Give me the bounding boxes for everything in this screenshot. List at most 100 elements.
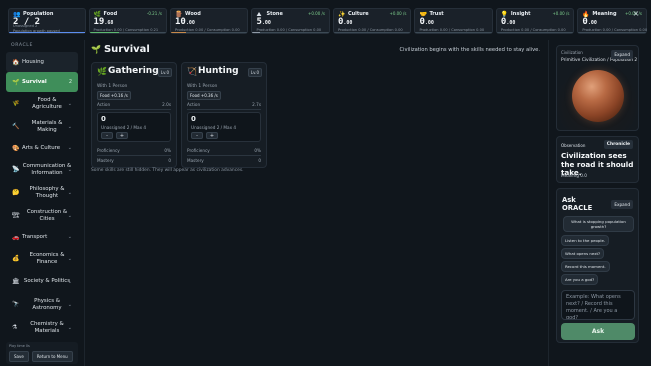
suggestion-chip[interactable]: What is stopping population growth? bbox=[563, 216, 634, 232]
suggestion-chip[interactable]: What opens next? bbox=[561, 248, 605, 259]
action-label: Action bbox=[187, 102, 201, 107]
action-row: Action 2.0s bbox=[97, 102, 171, 107]
proficiency-progress bbox=[97, 155, 171, 156]
ask-title-text: Ask ORACLE bbox=[562, 196, 593, 212]
ask-button[interactable]: Ask bbox=[561, 323, 635, 340]
observation-card: Observation Chronicle Civilization sees … bbox=[556, 136, 639, 183]
proficiency-row: Proficiency 0% bbox=[97, 148, 171, 153]
sidebar-footer: Play time 0s Save Return to Menu bbox=[6, 342, 78, 364]
ask-input[interactable]: Example: What opens next? / Record this … bbox=[561, 290, 635, 320]
proficiency-value: 0% bbox=[164, 148, 171, 153]
save-button[interactable]: Save bbox=[9, 351, 29, 362]
resource-value: 0.00 bbox=[419, 17, 433, 27]
resource-bar: 👥Population2 / 2Unassigned 2Population g… bbox=[0, 0, 651, 38]
game-screen: 👥Population2 / 2Unassigned 2Population g… bbox=[0, 0, 651, 366]
resource-progress bbox=[89, 31, 166, 33]
main-area: 🌱 Survival Civilization begins with the s… bbox=[84, 40, 549, 366]
action-progress bbox=[97, 109, 171, 110]
chevron-down-icon: ⌄ bbox=[67, 100, 72, 107]
resource-progress bbox=[415, 31, 492, 33]
sidebar-item-society-politics[interactable]: 🏛 Society & Politics ⌄ bbox=[6, 270, 78, 293]
resource-delta: +0.00 /s bbox=[389, 11, 407, 16]
resource-progress bbox=[170, 31, 248, 33]
chevron-down-icon: ⌄ bbox=[67, 234, 72, 240]
plus-button[interactable]: + bbox=[206, 132, 218, 139]
resource-delta: +0.00 /s bbox=[307, 11, 325, 16]
nav-icon: 🌾 bbox=[12, 100, 20, 107]
suggestion-chip[interactable]: Record this moment. bbox=[561, 261, 610, 272]
ask-oracle-card: Ask ORACLE Expand What is stopping popul… bbox=[556, 188, 639, 343]
resource-progress-fill bbox=[170, 31, 187, 33]
resource-stone: ⛰ Stone +0.00 /s 5.00 Production 0.00 / Cons… bbox=[251, 8, 330, 34]
sidebar-item-housing[interactable]: 🏠 Housing bbox=[6, 52, 78, 72]
nav-icon: 🔭 bbox=[12, 301, 20, 308]
mastery-label: Mastery bbox=[187, 158, 204, 163]
resource-progress-fill bbox=[252, 31, 261, 33]
resource-progress-fill bbox=[89, 31, 120, 33]
page-title-text: Survival bbox=[103, 44, 150, 55]
page-title: 🌱 Survival bbox=[91, 44, 150, 55]
sidebar-item-food-agriculture[interactable]: 🌾 Food & Agriculture ⌄ bbox=[6, 92, 78, 115]
sidebar-item-survival[interactable]: 🌱 Survival 2 bbox=[6, 72, 78, 92]
resource-line1: Unassigned 2 bbox=[13, 24, 38, 28]
suggestion-chip[interactable]: Are you a god? bbox=[561, 274, 599, 285]
nav-icon: 🏛 bbox=[12, 278, 20, 285]
assigned-count: 0 bbox=[101, 115, 106, 123]
mastery-value: 0 bbox=[168, 158, 171, 163]
nav-icon: 🎨 bbox=[12, 144, 20, 152]
sidebar-item-philosophy-thought[interactable]: 🤔 Philosophy & Thought ⌄ bbox=[6, 181, 78, 204]
sidebar-heading: ORACLE bbox=[11, 43, 33, 48]
civilization-card: Civilization Primitive Civilization / Po… bbox=[556, 45, 639, 131]
action-progress bbox=[187, 109, 261, 110]
resource-delta: +0.00 /s bbox=[552, 11, 570, 16]
sidebar-item-transport[interactable]: 🚗 Transport ⌄ bbox=[6, 227, 78, 247]
sidebar-item-materials-making[interactable]: 🔨 Materials & Making ⌄ bbox=[6, 115, 78, 138]
nav-icon: 🤔 bbox=[12, 189, 20, 196]
sidebar-item-label: Housing bbox=[22, 58, 44, 65]
action-value: 2.0s bbox=[162, 102, 171, 107]
sidebar-item-communication-information[interactable]: 📡 Communication & Information ⌄ bbox=[6, 158, 78, 181]
close-icon[interactable]: × bbox=[631, 9, 641, 19]
sidebar-item-physics-astronomy[interactable]: 🔭 Physics & Astronomy ⌄ bbox=[6, 293, 78, 316]
resource-value: 5.00 bbox=[256, 17, 270, 27]
sidebar-item-arts-culture[interactable]: 🎨 Arts & Culture ⌄ bbox=[6, 138, 78, 158]
civilization-expand-button[interactable]: Expand bbox=[611, 50, 633, 59]
resource-value: 0.00 bbox=[582, 17, 596, 27]
play-time: Play time 0s bbox=[9, 344, 30, 348]
resource-progress bbox=[496, 31, 574, 33]
observation-label: Observation bbox=[561, 143, 586, 148]
chronicle-button[interactable]: Chronicle bbox=[603, 140, 633, 149]
chevron-down-icon: ⌄ bbox=[67, 189, 72, 196]
resource-trust: 🤝 Trust 0.00 Production 0.00 / Consumption … bbox=[414, 8, 493, 34]
skill-rate: Food +0.16 /s bbox=[97, 91, 131, 100]
nav-icon: 🌱 bbox=[12, 78, 20, 86]
resource-population: 👥Population2 / 2Unassigned 2Population g… bbox=[8, 8, 86, 34]
suggestion-chip[interactable]: Listen to the people. bbox=[561, 235, 610, 246]
meaning-value: Meaning 0.0 bbox=[561, 173, 587, 178]
sidebar-item-construction-cities[interactable]: 🏗 Construction & Cities ⌄ bbox=[6, 204, 78, 227]
minus-button[interactable]: - bbox=[101, 132, 113, 139]
resource-value-decimals: .00 bbox=[185, 20, 195, 26]
minus-button[interactable]: - bbox=[191, 132, 203, 139]
hidden-skills-note: Some skills are still hidden. They will … bbox=[91, 168, 244, 173]
resource-insight: 💡 Insight +0.00 /s 0.00 Production 0.00 / Co… bbox=[495, 8, 575, 34]
plus-button[interactable]: + bbox=[116, 132, 128, 139]
civilization-label: Civilization bbox=[561, 50, 583, 55]
sidebar: ORACLE 🏠 Housing 🌱 Survival 2 🌾 Food & Agricul… bbox=[6, 40, 78, 366]
chevron-down-icon: ⌄ bbox=[67, 324, 72, 331]
chevron-down-icon: ⌄ bbox=[67, 166, 72, 173]
resource-food: 🌿 Food -0.21 /s 19.68 Production 0.00 / Cons… bbox=[88, 8, 167, 34]
chevron-down-icon: ⌄ bbox=[67, 278, 72, 285]
ask-expand-button[interactable]: Expand bbox=[611, 200, 633, 209]
nav-icon: 🏠 bbox=[12, 58, 20, 66]
mastery-row: Mastery 0 bbox=[187, 158, 261, 163]
return-to-menu-button[interactable]: Return to Menu bbox=[31, 351, 73, 362]
nav-icon: 🔨 bbox=[12, 123, 20, 130]
skill-card-gathering: 🌿 Gathering Lv.0 With 1 Person Food +0.16 /s… bbox=[91, 62, 177, 168]
sidebar-item-chemistry-materials[interactable]: ⚗ Chemistry & Materials ⌄ bbox=[6, 316, 78, 339]
sidebar-item-economics-finance[interactable]: 💰 Economics & Finance ⌄ bbox=[6, 247, 78, 270]
ask-oracle-title: Ask ORACLE bbox=[562, 196, 596, 212]
chevron-down-icon: ⌄ bbox=[67, 145, 72, 151]
nav-icon: ⚗ bbox=[12, 324, 18, 331]
resource-delta: -0.21 /s bbox=[146, 11, 162, 16]
